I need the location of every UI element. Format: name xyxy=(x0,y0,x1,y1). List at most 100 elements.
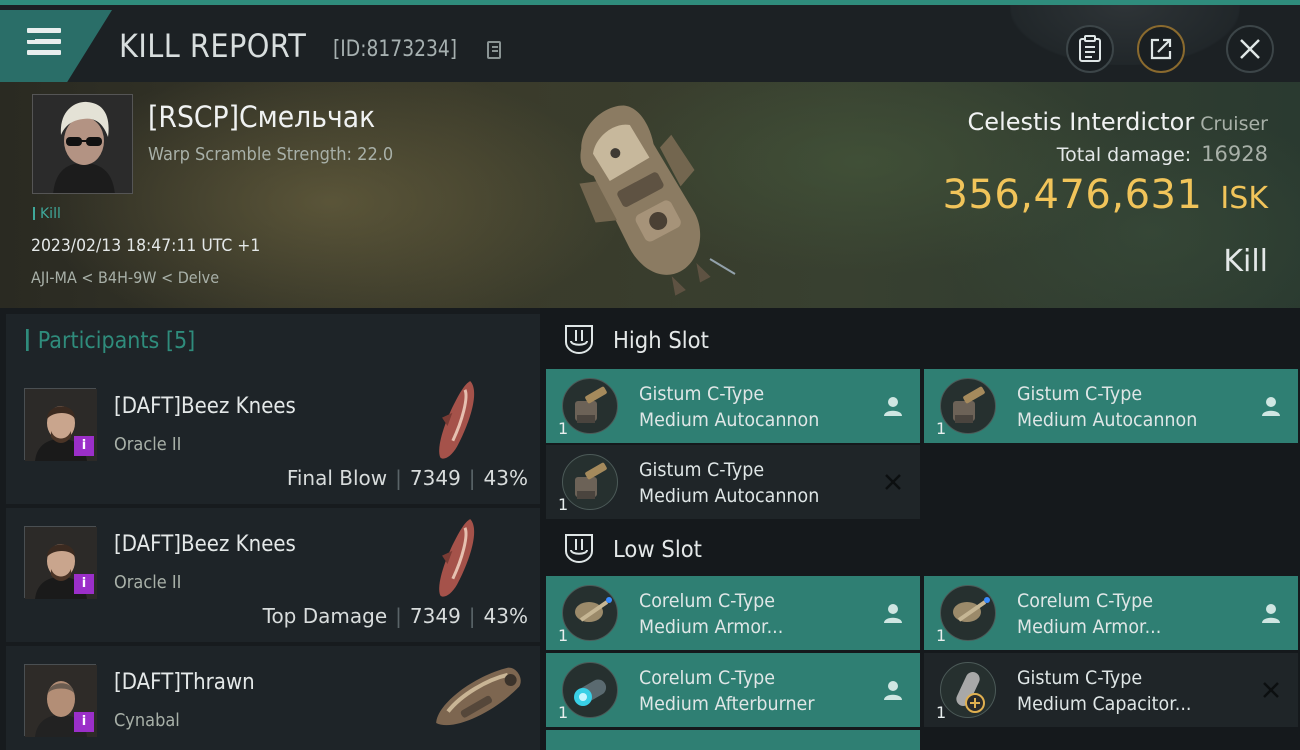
module-slot[interactable]: 1 Gistum C-Type Medium Autocannon xyxy=(546,369,920,443)
module-slot[interactable]: 1 Gistum C-Type Medium Autocannon xyxy=(924,369,1298,443)
close-icon xyxy=(1240,39,1260,59)
participant-name[interactable]: [DAFT]Beez Knees xyxy=(114,394,296,419)
slot-shield-icon xyxy=(565,325,593,355)
afterburner-icon xyxy=(562,662,618,718)
stat-divider: | xyxy=(395,604,402,628)
module-quantity: 1 xyxy=(558,626,569,645)
module-type: Medium Armor... xyxy=(1017,616,1162,638)
header-decoration xyxy=(1010,5,1240,65)
participant-stats: Final Blow | 7349 | 43% xyxy=(287,466,528,490)
module-quantity: 1 xyxy=(936,419,947,438)
person-icon xyxy=(884,397,902,416)
participant-damage: 7349 xyxy=(409,466,461,490)
victim-portrait[interactable] xyxy=(32,94,133,194)
slot-shield-icon xyxy=(565,534,593,564)
isk-unit: ISK xyxy=(1220,181,1268,216)
autocannon-icon xyxy=(562,378,618,434)
participant-ship-image[interactable] xyxy=(420,514,500,604)
kill-location[interactable]: AJI-MA < B4H-9W < Delve xyxy=(31,268,219,287)
participant-ship: Oracle II xyxy=(114,572,182,593)
module-type: Medium Autocannon xyxy=(639,485,820,507)
module-slot-partial[interactable] xyxy=(546,730,920,750)
ship-class: Cruiser xyxy=(1200,113,1268,135)
person-icon xyxy=(1262,604,1280,623)
participant-ship-image[interactable] xyxy=(416,654,536,746)
participant-name[interactable]: [DAFT]Thrawn xyxy=(114,670,255,695)
participants-title: Participants [5] xyxy=(26,328,196,354)
participant-stats: Top Damage | 7349 | 43% xyxy=(263,604,528,628)
low-slot-title: Low Slot xyxy=(613,537,702,563)
share-icon xyxy=(1150,38,1172,60)
module-slot[interactable]: 1 Corelum C-Type Medium Armor... xyxy=(546,576,920,650)
participant-name[interactable]: [DAFT]Beez Knees xyxy=(114,532,296,557)
clipboard-icon xyxy=(1079,35,1101,62)
info-badge[interactable]: i xyxy=(74,574,94,594)
module-slot[interactable]: 1 Corelum C-Type Medium Armor... xyxy=(924,576,1298,650)
victim-name[interactable]: [RSCP]Смельчак xyxy=(148,100,375,134)
share-button[interactable] xyxy=(1137,25,1185,73)
avatar xyxy=(33,95,132,193)
victim-ship-image[interactable] xyxy=(540,84,750,304)
module-type: Medium Autocannon xyxy=(639,409,820,431)
x-icon xyxy=(1263,682,1279,698)
ship-info: Celestis Interdictor Cruiser xyxy=(968,108,1268,136)
module-name: Gistum C-Type xyxy=(639,459,765,481)
module-type: Medium Afterburner xyxy=(639,693,815,715)
ship-name[interactable]: Celestis Interdictor xyxy=(968,108,1195,136)
module-slot[interactable]: 1 Gistum C-Type Medium Autocannon xyxy=(546,445,920,519)
armor-repairer-icon xyxy=(562,585,618,641)
participant-row[interactable]: i [DAFT]Beez Knees Oracle II Top Damage |… xyxy=(6,508,540,642)
warp-scramble-strength: Warp Scramble Strength: 22.0 xyxy=(148,144,394,165)
module-type: Medium Armor... xyxy=(639,616,784,638)
module-slot[interactable]: 1 Corelum C-Type Medium Afterburner xyxy=(546,653,920,727)
participant-row[interactable]: i [DAFT]Beez Knees Oracle II Final Blow |… xyxy=(6,370,540,504)
kill-tag: Kill xyxy=(33,206,61,222)
participant-row[interactable]: i [DAFT]Thrawn Cynabal xyxy=(6,646,540,750)
module-name: Corelum C-Type xyxy=(639,667,776,689)
person-icon xyxy=(1262,397,1280,416)
info-badge[interactable]: i xyxy=(74,436,94,456)
module-name: Corelum C-Type xyxy=(639,590,776,612)
autocannon-icon xyxy=(940,378,996,434)
participant-percent: 43% xyxy=(483,466,528,490)
total-damage-label: Total damage: xyxy=(1056,144,1192,166)
copy-icon[interactable] xyxy=(487,41,501,59)
page-title: KILL REPORT xyxy=(119,27,307,65)
isk-value: 356,476,631 xyxy=(942,172,1203,218)
capacitor-icon xyxy=(940,662,996,718)
module-slot[interactable]: 1 Gistum C-Type Medium Capacitor... xyxy=(924,653,1298,727)
participant-percent: 43% xyxy=(483,604,528,628)
module-name: Gistum C-Type xyxy=(639,383,765,405)
high-slot-title: High Slot xyxy=(613,328,709,354)
module-name: Gistum C-Type xyxy=(1017,383,1143,405)
autocannon-icon xyxy=(562,454,618,510)
module-quantity: 1 xyxy=(558,419,569,438)
header-bar: KILL REPORT [ID:8173234] xyxy=(0,0,1300,82)
clipboard-button[interactable] xyxy=(1066,25,1114,73)
participant-ship-image[interactable] xyxy=(420,376,500,466)
high-slot-header: High Slot xyxy=(546,310,1300,370)
close-button[interactable] xyxy=(1226,25,1274,73)
participant-ship: Oracle II xyxy=(114,434,182,455)
kill-timestamp: 2023/02/13 18:47:11 UTC +1 xyxy=(31,236,261,256)
participant-role: Top Damage xyxy=(262,604,388,628)
low-slot-header: Low Slot xyxy=(546,519,1300,579)
module-name: Corelum C-Type xyxy=(1017,590,1154,612)
module-quantity: 1 xyxy=(936,703,947,722)
stat-divider: | xyxy=(395,466,402,490)
stat-divider: | xyxy=(468,604,476,628)
participants-panel: Participants [5] i [DAFT]Beez Knees Orac… xyxy=(0,308,540,750)
module-quantity: 1 xyxy=(558,495,569,514)
module-quantity: 1 xyxy=(558,703,569,722)
isk-value-line: 356,476,631 ISK xyxy=(942,172,1268,218)
person-icon xyxy=(884,604,902,623)
participant-role: Final Blow xyxy=(286,466,388,490)
total-damage-value: 16928 xyxy=(1201,142,1268,166)
kill-result: Kill xyxy=(1223,244,1268,279)
x-icon xyxy=(885,474,901,490)
total-damage: Total damage: 16928 xyxy=(1057,142,1268,166)
info-badge[interactable]: i xyxy=(74,712,94,732)
participants-header: Participants [5] xyxy=(6,314,540,370)
victim-banner: [RSCP]Смельчак Warp Scramble Strength: 2… xyxy=(0,82,1300,308)
menu-button[interactable] xyxy=(0,10,112,82)
